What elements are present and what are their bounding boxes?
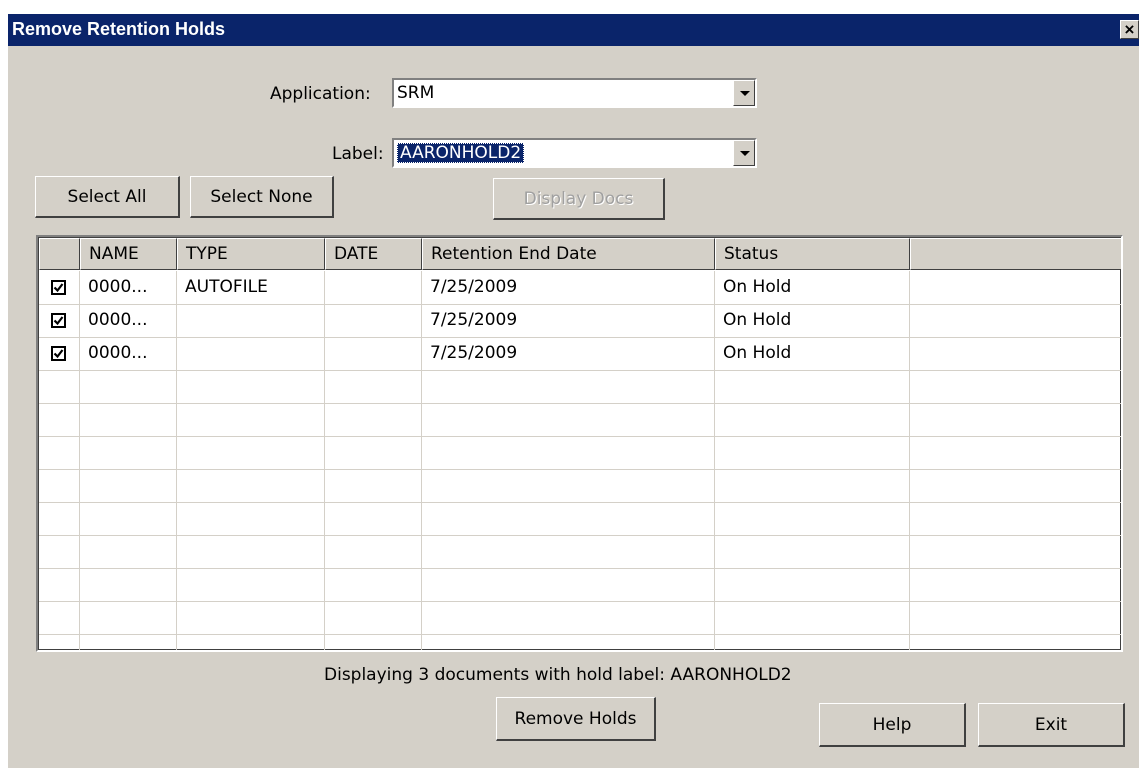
- column-header-type[interactable]: TYPE: [177, 238, 325, 270]
- label-value: AARONHOLD2: [397, 143, 525, 163]
- grid-line: [39, 337, 1121, 338]
- close-icon: ×: [1124, 20, 1135, 39]
- column-header-blank: [910, 238, 1121, 270]
- documents-table[interactable]: NAME TYPE DATE Retention End Date Status: [36, 235, 1123, 652]
- checkmark-icon: [53, 283, 64, 293]
- cell-status: On Hold: [723, 343, 792, 363]
- grid-line: [39, 502, 1121, 503]
- cell-name: 0000...: [88, 343, 148, 363]
- grid-line: [39, 469, 1121, 470]
- grid-line: [39, 568, 1121, 569]
- grid-line: [39, 370, 1121, 371]
- application-select[interactable]: SRM: [392, 78, 757, 108]
- table-header: NAME TYPE DATE Retention End Date Status: [39, 238, 1121, 270]
- label-label: Label:: [332, 144, 384, 164]
- cell-status: On Hold: [723, 310, 792, 330]
- select-none-button[interactable]: Select None: [190, 176, 334, 218]
- chevron-down-icon[interactable]: [733, 140, 755, 166]
- column-header-name[interactable]: NAME: [80, 238, 177, 270]
- cell-status: On Hold: [723, 277, 792, 297]
- column-header-retention-end-date[interactable]: Retention End Date: [422, 238, 715, 270]
- grid-line: [909, 271, 910, 650]
- application-label: Application:: [270, 84, 371, 104]
- help-button[interactable]: Help: [819, 703, 966, 747]
- grid-line: [39, 601, 1121, 602]
- close-button[interactable]: ×: [1120, 20, 1139, 39]
- cell-name: 0000...: [88, 310, 148, 330]
- application-value: SRM: [397, 83, 435, 103]
- status-message: Displaying 3 documents with hold label: …: [324, 665, 792, 685]
- window-title: Remove Retention Holds: [12, 19, 226, 39]
- title-bar[interactable]: Remove Retention Holds ×: [8, 14, 1139, 46]
- grid-line: [421, 271, 422, 650]
- row-checkbox[interactable]: [51, 313, 66, 328]
- checkmark-icon: [53, 316, 64, 326]
- cell-retention-end-date: 7/25/2009: [430, 310, 518, 330]
- grid-line: [39, 304, 1121, 305]
- grid-line: [714, 271, 715, 650]
- display-docs-button[interactable]: Display Docs: [493, 178, 665, 220]
- row-checkbox[interactable]: [51, 346, 66, 361]
- cell-retention-end-date: 7/25/2009: [430, 277, 518, 297]
- grid-line: [39, 436, 1121, 437]
- exit-button[interactable]: Exit: [978, 703, 1125, 747]
- cell-name: 0000...: [88, 277, 148, 297]
- cell-type: AUTOFILE: [185, 277, 268, 297]
- checkmark-icon: [53, 349, 64, 359]
- grid-line: [39, 535, 1121, 536]
- row-checkbox[interactable]: [51, 280, 66, 295]
- remove-retention-holds-dialog: Remove Retention Holds × Application: SR…: [8, 14, 1139, 768]
- grid-line: [39, 634, 1121, 635]
- remove-holds-button[interactable]: Remove Holds: [496, 697, 656, 741]
- chevron-down-icon[interactable]: [733, 80, 755, 106]
- grid-line: [324, 271, 325, 650]
- grid-line: [39, 403, 1121, 404]
- select-all-button[interactable]: Select All: [35, 176, 180, 218]
- grid-line: [176, 271, 177, 650]
- grid-line: [79, 271, 80, 650]
- label-select[interactable]: AARONHOLD2: [392, 138, 757, 168]
- cell-retention-end-date: 7/25/2009: [430, 343, 518, 363]
- column-header-status[interactable]: Status: [715, 238, 910, 270]
- column-header-date[interactable]: DATE: [325, 238, 422, 270]
- column-header-check[interactable]: [39, 238, 80, 270]
